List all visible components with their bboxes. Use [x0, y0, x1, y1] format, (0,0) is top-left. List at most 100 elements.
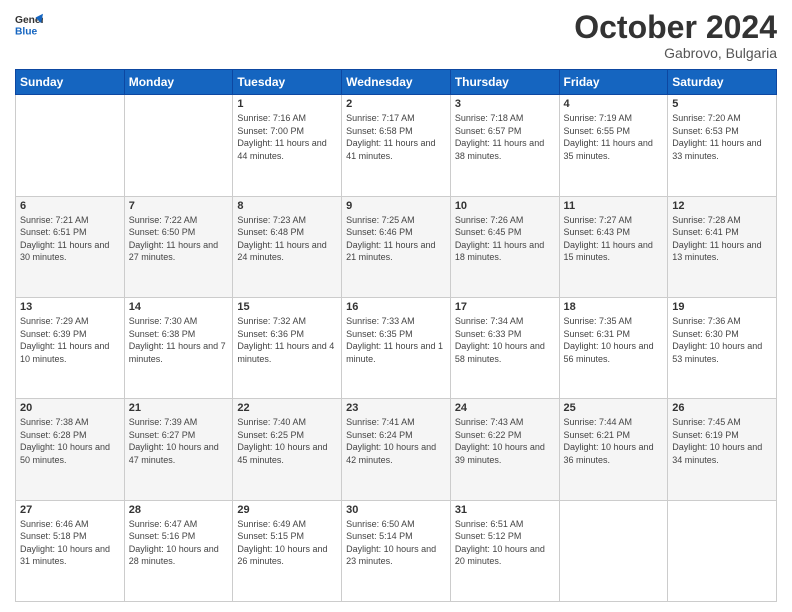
day-number: 28 [129, 504, 229, 516]
col-header-friday: Friday [559, 70, 668, 95]
day-info: Sunrise: 7:17 AM Sunset: 6:58 PM Dayligh… [346, 112, 446, 162]
day-info: Sunrise: 7:41 AM Sunset: 6:24 PM Dayligh… [346, 416, 446, 466]
calendar-cell: 22 Sunrise: 7:40 AM Sunset: 6:25 PM Dayli… [233, 399, 342, 500]
day-info: Sunrise: 7:25 AM Sunset: 6:46 PM Dayligh… [346, 214, 446, 264]
day-info: Sunrise: 7:43 AM Sunset: 6:22 PM Dayligh… [455, 416, 555, 466]
day-info: Sunrise: 7:16 AM Sunset: 7:00 PM Dayligh… [237, 112, 337, 162]
day-number: 9 [346, 200, 446, 212]
day-info: Sunrise: 7:27 AM Sunset: 6:43 PM Dayligh… [564, 214, 664, 264]
day-info: Sunrise: 7:21 AM Sunset: 6:51 PM Dayligh… [20, 214, 120, 264]
calendar-cell: 21Sunrise: 7:39 AM Sunset: 6:27 PM Dayli… [124, 399, 233, 500]
day-info: Sunrise: 6:50 AM Sunset: 5:14 PM Dayligh… [346, 518, 446, 568]
logo: General Blue General Blue [15, 10, 43, 38]
day-number: 5 [672, 98, 772, 110]
col-header-sunday: Sunday [16, 70, 125, 95]
calendar-cell: 10 Sunrise: 7:26 AM Sunset: 6:45 PM Dayli… [450, 196, 559, 297]
col-header-thursday: Thursday [450, 70, 559, 95]
calendar-cell [559, 500, 668, 601]
day-info: Sunrise: 7:45 AM Sunset: 6:19 PM Dayligh… [672, 416, 772, 466]
col-header-tuesday: Tuesday [233, 70, 342, 95]
day-number: 6 [20, 200, 120, 212]
week-row-4: 20 Sunrise: 7:38 AM Sunset: 6:28 PM Dayli… [16, 399, 777, 500]
day-number: 30 [346, 504, 446, 516]
calendar-cell: 15 Sunrise: 7:32 AM Sunset: 6:36 PM Dayli… [233, 297, 342, 398]
day-number: 27 [20, 504, 120, 516]
day-info: Sunrise: 7:28 AM Sunset: 6:41 PM Dayligh… [672, 214, 772, 264]
calendar-cell: 18Sunrise: 7:35 AM Sunset: 6:31 PM Dayli… [559, 297, 668, 398]
day-number: 26 [672, 402, 772, 414]
day-info: Sunrise: 7:32 AM Sunset: 6:36 PM Dayligh… [237, 315, 337, 365]
day-number: 7 [129, 200, 229, 212]
month-title: October 2024 [574, 10, 777, 45]
week-row-1: 1 Sunrise: 7:16 AM Sunset: 7:00 PM Daylig… [16, 95, 777, 196]
logo-icon: General Blue [15, 10, 43, 38]
day-number: 22 [237, 402, 337, 414]
day-number: 29 [237, 504, 337, 516]
day-info: Sunrise: 7:40 AM Sunset: 6:25 PM Dayligh… [237, 416, 337, 466]
calendar-cell: 30 Sunrise: 6:50 AM Sunset: 5:14 PM Dayli… [342, 500, 451, 601]
calendar-table: SundayMondayTuesdayWednesdayThursdayFrid… [15, 69, 777, 602]
day-number: 1 [237, 98, 337, 110]
calendar-cell: 9 Sunrise: 7:25 AM Sunset: 6:46 PM Daylig… [342, 196, 451, 297]
day-number: 15 [237, 301, 337, 313]
day-number: 20 [20, 402, 120, 414]
col-header-saturday: Saturday [668, 70, 777, 95]
day-number: 12 [672, 200, 772, 212]
week-row-2: 6 Sunrise: 7:21 AM Sunset: 6:51 PM Daylig… [16, 196, 777, 297]
header: General Blue General Blue October 2024 G… [15, 10, 777, 61]
week-row-3: 13 Sunrise: 7:29 AM Sunset: 6:39 PM Dayli… [16, 297, 777, 398]
calendar-cell: 7 Sunrise: 7:22 AM Sunset: 6:50 PM Daylig… [124, 196, 233, 297]
day-info: Sunrise: 7:22 AM Sunset: 6:50 PM Dayligh… [129, 214, 229, 264]
day-info: Sunrise: 6:51 AM Sunset: 5:12 PM Dayligh… [455, 518, 555, 568]
week-row-5: 27 Sunrise: 6:46 AM Sunset: 5:18 PM Dayli… [16, 500, 777, 601]
day-info: Sunrise: 7:26 AM Sunset: 6:45 PM Dayligh… [455, 214, 555, 264]
day-info: Sunrise: 6:46 AM Sunset: 5:18 PM Dayligh… [20, 518, 120, 568]
day-number: 19 [672, 301, 772, 313]
calendar-cell: 27 Sunrise: 6:46 AM Sunset: 5:18 PM Dayli… [16, 500, 125, 601]
day-number: 10 [455, 200, 555, 212]
day-info: Sunrise: 7:29 AM Sunset: 6:39 PM Dayligh… [20, 315, 120, 365]
day-info: Sunrise: 7:23 AM Sunset: 6:48 PM Dayligh… [237, 214, 337, 264]
calendar-cell: 4Sunrise: 7:19 AM Sunset: 6:55 PM Daylig… [559, 95, 668, 196]
day-number: 25 [564, 402, 664, 414]
calendar-cell: 17 Sunrise: 7:34 AM Sunset: 6:33 PM Dayli… [450, 297, 559, 398]
day-number: 23 [346, 402, 446, 414]
calendar-cell: 14Sunrise: 7:30 AM Sunset: 6:38 PM Dayli… [124, 297, 233, 398]
day-info: Sunrise: 7:18 AM Sunset: 6:57 PM Dayligh… [455, 112, 555, 162]
svg-text:Blue: Blue [15, 26, 38, 37]
day-info: Sunrise: 7:34 AM Sunset: 6:33 PM Dayligh… [455, 315, 555, 365]
day-number: 13 [20, 301, 120, 313]
calendar-header-row: SundayMondayTuesdayWednesdayThursdayFrid… [16, 70, 777, 95]
day-number: 3 [455, 98, 555, 110]
calendar-cell: 3 Sunrise: 7:18 AM Sunset: 6:57 PM Daylig… [450, 95, 559, 196]
calendar-cell: 20 Sunrise: 7:38 AM Sunset: 6:28 PM Dayli… [16, 399, 125, 500]
calendar-cell: 2 Sunrise: 7:17 AM Sunset: 6:58 PM Daylig… [342, 95, 451, 196]
day-number: 31 [455, 504, 555, 516]
day-info: Sunrise: 7:30 AM Sunset: 6:38 PM Dayligh… [129, 315, 229, 365]
calendar-cell: 6 Sunrise: 7:21 AM Sunset: 6:51 PM Daylig… [16, 196, 125, 297]
calendar-cell: 13 Sunrise: 7:29 AM Sunset: 6:39 PM Dayli… [16, 297, 125, 398]
calendar-cell: 19Sunrise: 7:36 AM Sunset: 6:30 PM Dayli… [668, 297, 777, 398]
col-header-wednesday: Wednesday [342, 70, 451, 95]
calendar-cell: 31 Sunrise: 6:51 AM Sunset: 5:12 PM Dayli… [450, 500, 559, 601]
calendar-cell: 5 Sunrise: 7:20 AM Sunset: 6:53 PM Daylig… [668, 95, 777, 196]
day-number: 17 [455, 301, 555, 313]
day-number: 2 [346, 98, 446, 110]
day-number: 21 [129, 402, 229, 414]
calendar-cell [668, 500, 777, 601]
day-number: 24 [455, 402, 555, 414]
day-info: Sunrise: 7:33 AM Sunset: 6:35 PM Dayligh… [346, 315, 446, 365]
calendar-cell: 11Sunrise: 7:27 AM Sunset: 6:43 PM Dayli… [559, 196, 668, 297]
day-number: 8 [237, 200, 337, 212]
calendar-cell: 23 Sunrise: 7:41 AM Sunset: 6:24 PM Dayli… [342, 399, 451, 500]
calendar-cell: 26 Sunrise: 7:45 AM Sunset: 6:19 PM Dayli… [668, 399, 777, 500]
page: General Blue General Blue October 2024 G… [0, 0, 792, 612]
calendar-cell: 24 Sunrise: 7:43 AM Sunset: 6:22 PM Dayli… [450, 399, 559, 500]
title-block: October 2024 Gabrovo, Bulgaria [574, 10, 777, 61]
day-number: 16 [346, 301, 446, 313]
calendar-cell [124, 95, 233, 196]
day-info: Sunrise: 7:20 AM Sunset: 6:53 PM Dayligh… [672, 112, 772, 162]
day-info: Sunrise: 7:38 AM Sunset: 6:28 PM Dayligh… [20, 416, 120, 466]
day-number: 4 [564, 98, 664, 110]
calendar-cell: 12 Sunrise: 7:28 AM Sunset: 6:41 PM Dayli… [668, 196, 777, 297]
